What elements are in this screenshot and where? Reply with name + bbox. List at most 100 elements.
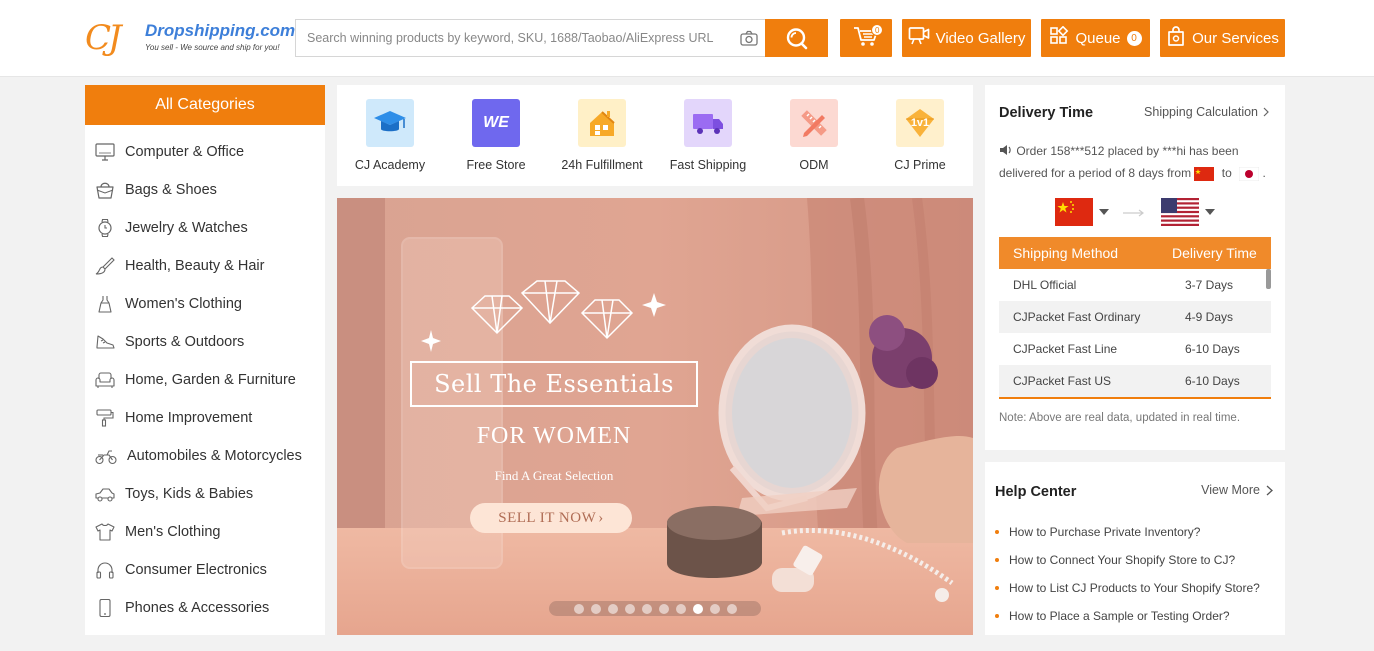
category-label: Phones & Accessories xyxy=(125,600,270,616)
category-label: Men's Clothing xyxy=(125,524,221,540)
our-services-button[interactable]: Our Services xyxy=(1160,19,1285,57)
queue-button[interactable]: Queue 0 xyxy=(1041,19,1150,57)
help-link-item[interactable]: How to Connect Your Shopify Store to CJ? xyxy=(995,546,1260,574)
feature-label: CJ Academy xyxy=(354,158,426,172)
carousel-dot[interactable] xyxy=(726,603,737,614)
queue-label: Queue xyxy=(1075,29,1121,47)
carousel-dots xyxy=(549,601,761,616)
carousel-dot[interactable] xyxy=(624,603,635,614)
help-list: How to Purchase Private Inventory? How t… xyxy=(995,518,1260,630)
banner-title: Sell The Essentials xyxy=(434,370,674,398)
camera-icon[interactable] xyxy=(740,30,758,46)
feature-label: CJ Prime xyxy=(894,158,946,172)
toy-car-icon xyxy=(95,488,115,502)
shipping-method: CJPacket Fast Ordinary xyxy=(1013,310,1141,324)
view-more-link[interactable]: View More xyxy=(1201,483,1273,497)
all-categories-header[interactable]: All Categories xyxy=(85,85,325,125)
chevron-right-icon xyxy=(1263,107,1269,117)
category-item[interactable]: Health, Beauty & Hair xyxy=(85,247,325,285)
carousel-dot[interactable] xyxy=(658,603,669,614)
chevron-right-icon xyxy=(1266,485,1273,495)
delivery-time: 3-7 Days xyxy=(1185,278,1234,292)
hero-banner[interactable]: Sell The Essentials FOR WOMEN Find A Gre… xyxy=(337,198,973,635)
house-icon xyxy=(578,99,626,147)
video-icon xyxy=(908,26,930,50)
category-item[interactable]: Women's Clothing xyxy=(85,285,325,323)
speaker-icon xyxy=(1000,145,1011,155)
category-item[interactable]: Automobiles & Motorcycles xyxy=(85,437,325,475)
category-item[interactable]: Home, Garden & Furniture xyxy=(85,361,325,399)
search-button[interactable] xyxy=(765,19,828,57)
we-store-icon-text: WE xyxy=(483,114,509,131)
delivery-message: Order 158***512 placed by ***hi has been… xyxy=(999,140,1279,184)
delivery-title: Delivery Time xyxy=(999,105,1094,121)
banner-title-frame: Sell The Essentials xyxy=(410,361,698,407)
category-item[interactable]: Sports & Outdoors xyxy=(85,323,325,361)
cta-label: SELL IT NOW xyxy=(498,509,597,526)
feature-fast-shipping[interactable]: Fast Shipping xyxy=(655,85,761,186)
carousel-dot[interactable] xyxy=(692,603,703,614)
help-link-item[interactable]: How to List CJ Products to Your Shopify … xyxy=(995,574,1260,602)
category-item[interactable]: Men's Clothing xyxy=(85,513,325,551)
category-list: Computer & Office Bags & Shoes Jewelry &… xyxy=(85,125,325,627)
carousel-dot[interactable] xyxy=(675,603,686,614)
shipping-calculation-link[interactable]: Shipping Calculation xyxy=(1144,105,1269,119)
carousel-dot[interactable] xyxy=(607,603,618,614)
category-sidebar: All Categories Computer & Office Bags & … xyxy=(85,85,325,635)
services-icon xyxy=(1166,25,1186,51)
banner-subtitle: FOR WOMEN xyxy=(476,423,632,449)
carousel-dot[interactable] xyxy=(709,603,720,614)
feature-odm[interactable]: ODM xyxy=(761,85,867,186)
destination-country-select[interactable] xyxy=(1161,198,1215,226)
header-shipping-method: Shipping Method xyxy=(1013,245,1119,261)
category-item[interactable]: Toys, Kids & Babies xyxy=(85,475,325,513)
shipping-method: DHL Official xyxy=(1013,278,1077,292)
feature-label: 24h Fulfillment xyxy=(561,158,643,172)
ruler-pencil-icon xyxy=(790,99,838,147)
route-selector xyxy=(1055,198,1215,228)
category-item[interactable]: Jewelry & Watches xyxy=(85,209,325,247)
watch-icon xyxy=(98,219,112,237)
shirt-icon xyxy=(95,523,115,541)
feature-cj-prime[interactable]: 1v1 CJ Prime xyxy=(867,85,973,186)
logo-slogan: You sell - We source and ship for you! xyxy=(145,43,280,52)
carousel-dot[interactable] xyxy=(590,603,601,614)
category-item[interactable]: Phones & Accessories xyxy=(85,589,325,627)
feature-cj-academy[interactable]: CJ Academy xyxy=(337,85,443,186)
china-flag-icon xyxy=(1194,166,1215,181)
category-item[interactable]: Bags & Shoes xyxy=(85,171,325,209)
paint-roller-icon xyxy=(96,409,114,427)
table-row: DHL Official 3-7 Days xyxy=(999,269,1271,301)
delivery-time: 6-10 Days xyxy=(1185,342,1240,356)
logo-mark: CJ xyxy=(85,18,122,58)
sell-it-now-button[interactable]: SELL IT NOW › xyxy=(470,503,632,533)
delivery-message-end: . xyxy=(1262,166,1266,180)
table-scrollbar[interactable] xyxy=(1266,269,1271,289)
cart-button[interactable]: 0 xyxy=(840,19,892,57)
logo[interactable]: CJ Dropshipping.com You sell - We source… xyxy=(85,18,295,60)
carousel-dot[interactable] xyxy=(641,603,652,614)
category-label: Toys, Kids & Babies xyxy=(125,486,254,502)
chevron-right-icon: › xyxy=(598,509,604,526)
graduation-cap-icon xyxy=(366,99,414,147)
search-input[interactable] xyxy=(296,20,726,56)
feature-free-store[interactable]: WE Free Store xyxy=(443,85,549,186)
help-link-item[interactable]: How to Place a Sample or Testing Order? xyxy=(995,602,1260,630)
category-item[interactable]: Computer & Office xyxy=(85,133,325,171)
category-label: Health, Beauty & Hair xyxy=(125,258,265,274)
origin-country-select[interactable] xyxy=(1055,198,1109,226)
prime-badge-icon: 1v1 xyxy=(896,99,944,147)
feature-label: Free Store xyxy=(466,158,526,172)
category-item[interactable]: Home Improvement xyxy=(85,399,325,437)
help-link-item[interactable]: How to Purchase Private Inventory? xyxy=(995,518,1260,546)
table-row: CJPacket Fast Line 6-10 Days xyxy=(999,333,1271,365)
carousel-dot[interactable] xyxy=(573,603,584,614)
we-store-icon: WE xyxy=(472,99,520,147)
video-gallery-button[interactable]: Video Gallery xyxy=(902,19,1031,57)
view-more-label: View More xyxy=(1201,483,1260,497)
feature-label: ODM xyxy=(799,158,829,172)
category-item[interactable]: Consumer Electronics xyxy=(85,551,325,589)
feature-24h-fulfillment[interactable]: 24h Fulfillment xyxy=(549,85,655,186)
feature-bar: CJ Academy WE Free Store 24h Fulfillment… xyxy=(337,85,973,186)
shipping-method: CJPacket Fast US xyxy=(1013,374,1112,388)
